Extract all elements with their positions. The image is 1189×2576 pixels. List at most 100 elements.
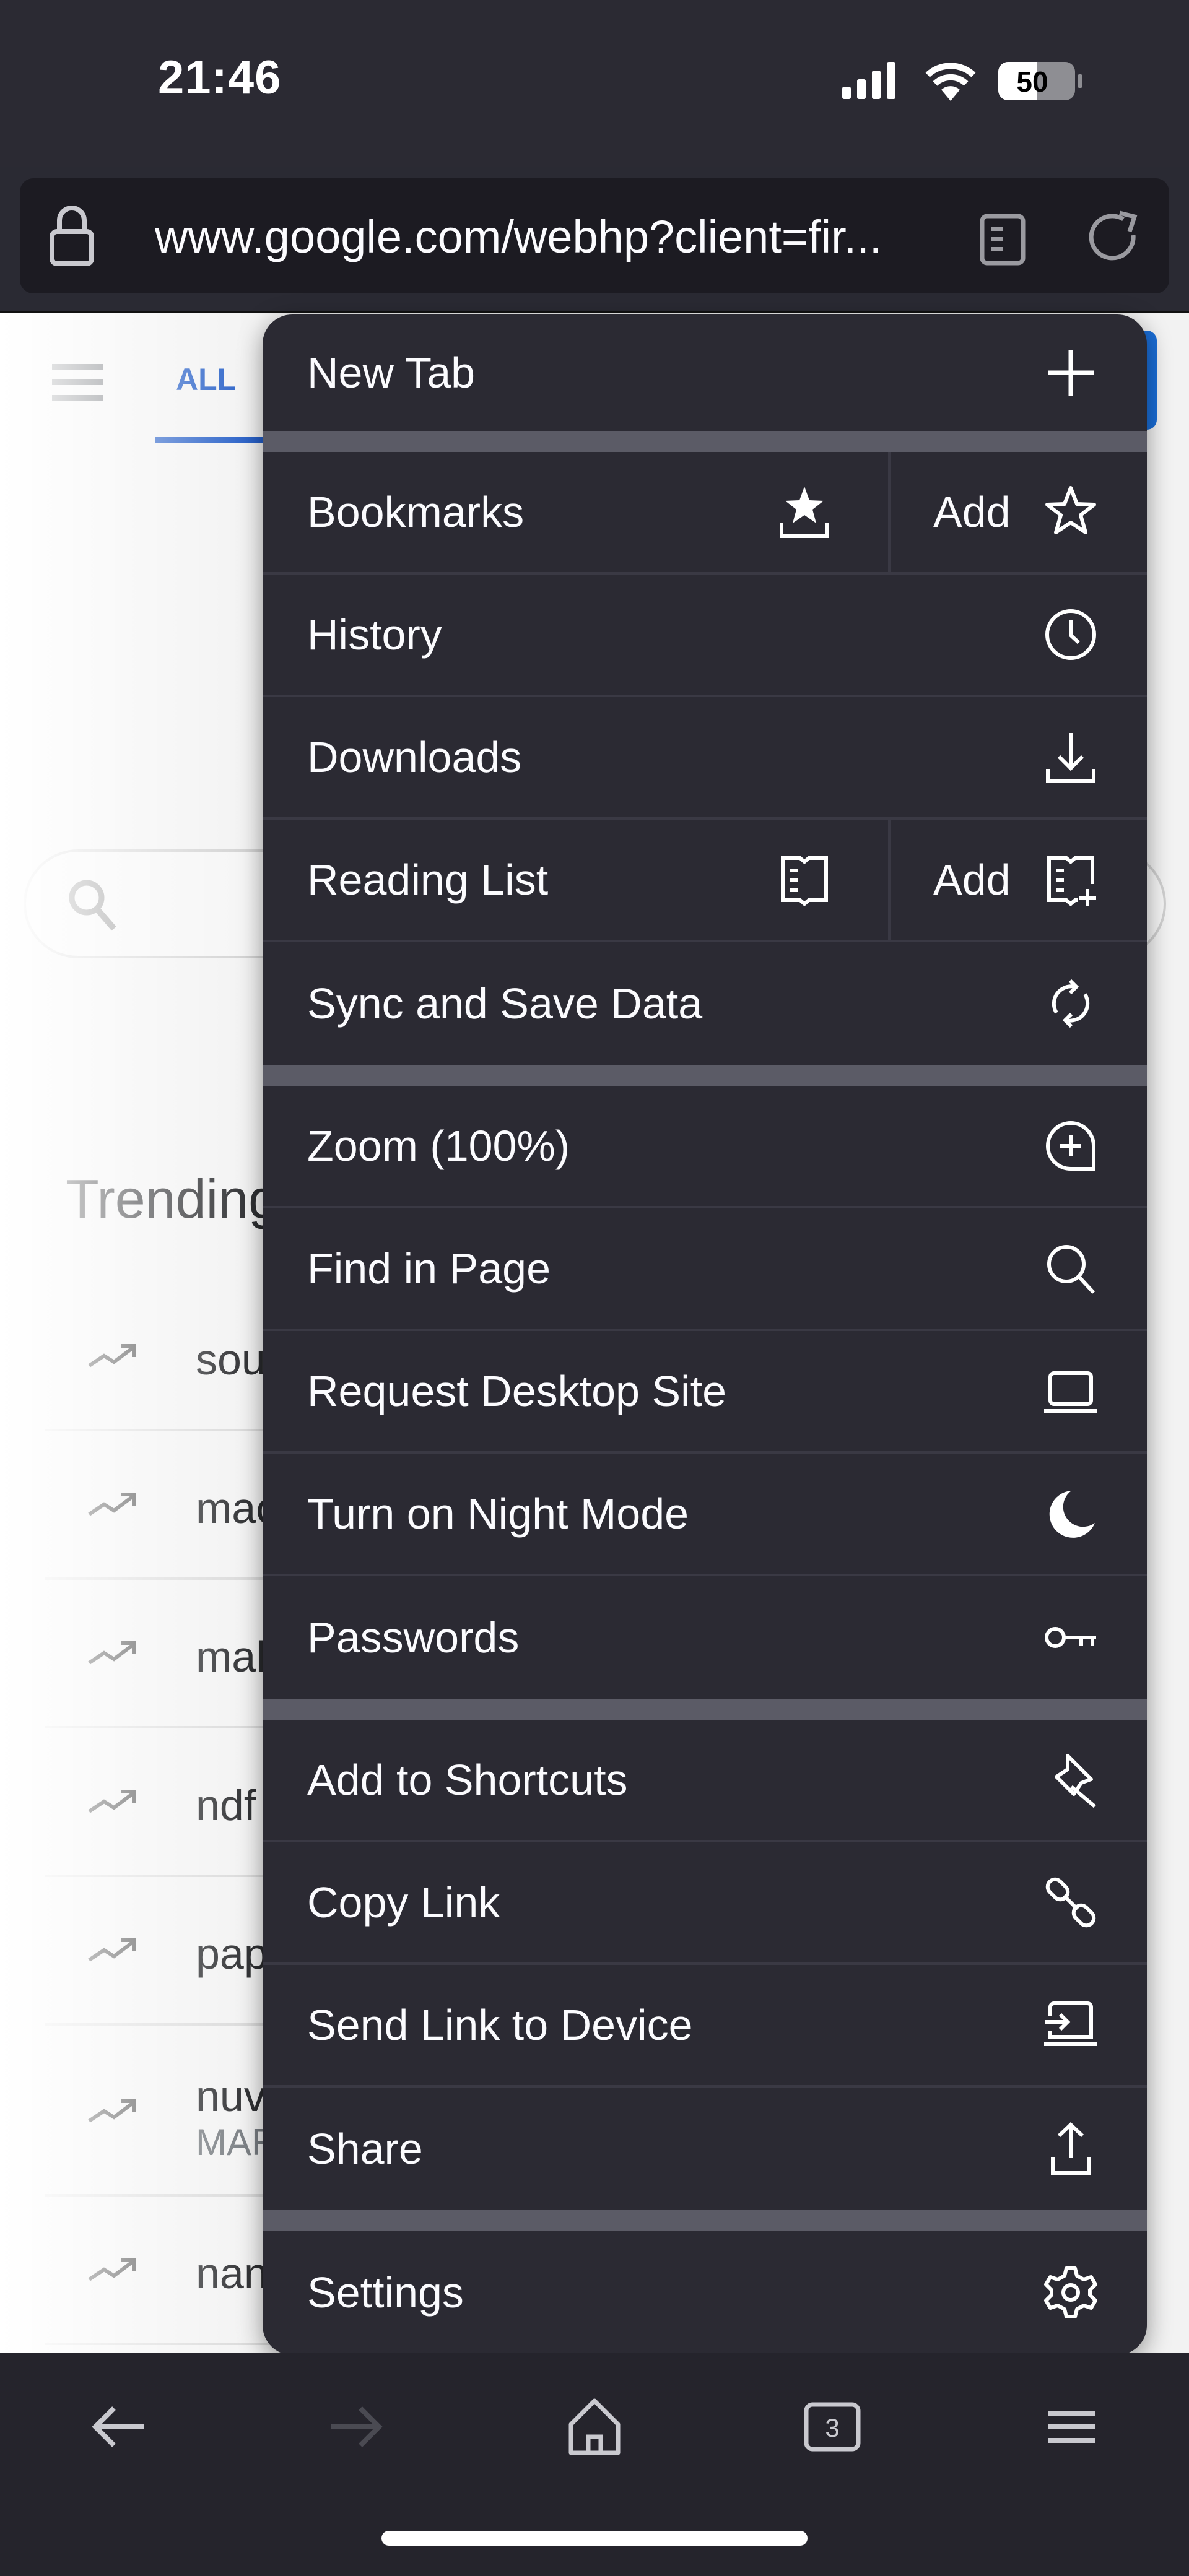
reading-list-add-icon[interactable] [1043,852,1099,908]
battery-level: 50 [1016,66,1048,98]
pin-icon [1043,1752,1099,1808]
app-menu-icon[interactable] [1040,2396,1102,2458]
menu-item-sync[interactable]: Sync and Save Data [263,942,1147,1065]
trending-title: Trending [66,1168,279,1229]
tab-all[interactable]: ALL [176,362,236,397]
lock-icon[interactable] [50,204,94,266]
menu-item-label: Zoom (100%) [307,1122,570,1170]
plus-icon [1043,345,1099,401]
menu-item-label: Downloads [307,733,522,781]
reader-mode-icon[interactable] [980,214,1026,266]
key-icon [1043,1610,1099,1665]
trending-query: ndf [196,1781,256,1829]
home-indicator[interactable] [381,2531,808,2546]
menu-item-label: Copy Link [307,1878,500,1927]
cellular-signal-icon [842,62,895,99]
home-icon[interactable] [564,2396,625,2458]
menu-item-send-to-device[interactable]: Send Link to Device [263,1965,1147,2088]
forward-icon[interactable] [324,2396,386,2458]
search-icon [69,880,116,931]
trending-item[interactable]: mac [45,1434,292,1580]
menu-item-add-shortcut[interactable]: Add to Shortcuts [263,1720,1147,1842]
page-menu-icon[interactable] [52,364,103,401]
menu-split-divider [888,820,891,940]
trending-icon [88,1790,136,1813]
trending-item[interactable]: nan [45,2199,292,2345]
link-icon [1043,1875,1099,1930]
menu-separator [263,431,1147,452]
menu-split-divider [888,452,891,572]
add-bookmark-label[interactable]: Add [933,487,1011,537]
menu-item-settings[interactable]: Settings [263,2231,1147,2354]
screen: 21:46 50 www.google.com/webhp?client=fir… [0,0,1189,2576]
trending-item[interactable]: nuv MAR [45,2028,292,2197]
menu-item-label: Share [307,2125,423,2173]
trending-icon [88,1344,136,1368]
menu-item-label: Bookmarks [307,488,525,536]
url-text[interactable]: www.google.com/webhp?client=fir... [155,210,882,263]
menu-item-new-tab[interactable]: New Tab [263,314,1147,431]
clock-icon [1043,607,1099,662]
menu-item-history[interactable]: History [263,575,1147,697]
menu-item-find-in-page[interactable]: Find in Page [263,1208,1147,1331]
tabs-icon: 3 [804,2402,861,2452]
menu-item-downloads[interactable]: Downloads [263,697,1147,820]
trending-item[interactable]: mal [45,1582,292,1728]
menu-item-night-mode[interactable]: Turn on Night Mode [263,1454,1147,1576]
tab-count: 3 [825,2413,839,2442]
trending-query: mal [196,1633,266,1681]
sync-icon [1043,976,1099,1031]
reload-icon[interactable] [1085,210,1141,266]
menu-item-zoom[interactable]: Zoom (100%) [263,1086,1147,1208]
reading-list-icon [777,852,832,908]
menu-item-reading-list[interactable]: Reading List Add [263,820,1147,942]
bookmarks-tray-icon [777,484,832,540]
menu-separator [263,1065,1147,1086]
menu-item-bookmarks[interactable]: Bookmarks Add [263,452,1147,575]
menu-item-label: Request Desktop Site [307,1367,727,1415]
moon-icon [1043,1486,1099,1542]
laptop-icon [1043,1363,1099,1419]
star-outline-icon[interactable] [1043,484,1099,540]
menu-separator [263,1699,1147,1720]
trending-item[interactable]: pap [45,1880,292,2026]
battery-icon: 50 [998,62,1082,100]
status-time: 21:46 [158,51,282,104]
menu-item-label: Reading List [307,856,549,904]
app-menu: New Tab Bookmarks Add History Downloads … [263,314,1147,2355]
menu-item-label: Find in Page [307,1244,551,1293]
menu-item-label: Sync and Save Data [307,979,703,1028]
zoom-plus-icon [1043,1118,1099,1174]
tab-all-underline [155,437,279,443]
status-bar: 21:46 50 [0,0,1189,167]
trending-icon [88,1493,136,1516]
menu-item-copy-link[interactable]: Copy Link [263,1842,1147,1965]
menu-item-label: Send Link to Device [307,2001,693,2049]
trending-icon [88,2258,136,2281]
menu-item-label: Passwords [307,1613,520,1662]
trending-item[interactable]: ndf [45,1731,292,1877]
menu-item-share[interactable]: Share [263,2088,1147,2210]
wifi-icon [925,63,976,101]
share-icon [1043,2121,1099,2177]
menu-item-label: Settings [307,2268,464,2317]
trending-query: sou [196,1335,266,1384]
menu-item-label: New Tab [307,349,476,397]
download-icon [1043,729,1099,785]
menu-item-passwords[interactable]: Passwords [263,1576,1147,1699]
trending-item[interactable]: sou [45,1285,292,1431]
menu-item-label: History [307,610,442,659]
send-to-device-icon [1043,1997,1099,2053]
menu-item-label: Turn on Night Mode [307,1490,689,1538]
back-icon[interactable] [88,2396,150,2458]
trending-icon [88,1641,136,1665]
trending-query: nan [196,2249,268,2297]
menu-item-request-desktop[interactable]: Request Desktop Site [263,1331,1147,1454]
trending-icon [88,2099,136,2123]
menu-separator [263,2210,1147,2231]
trending-query: nuv [196,2072,266,2120]
gear-icon [1043,2265,1099,2320]
menu-item-label: Add to Shortcuts [307,1756,628,1804]
tabs-button[interactable]: 3 [801,2396,863,2458]
add-reading-list-label[interactable]: Add [933,855,1011,904]
